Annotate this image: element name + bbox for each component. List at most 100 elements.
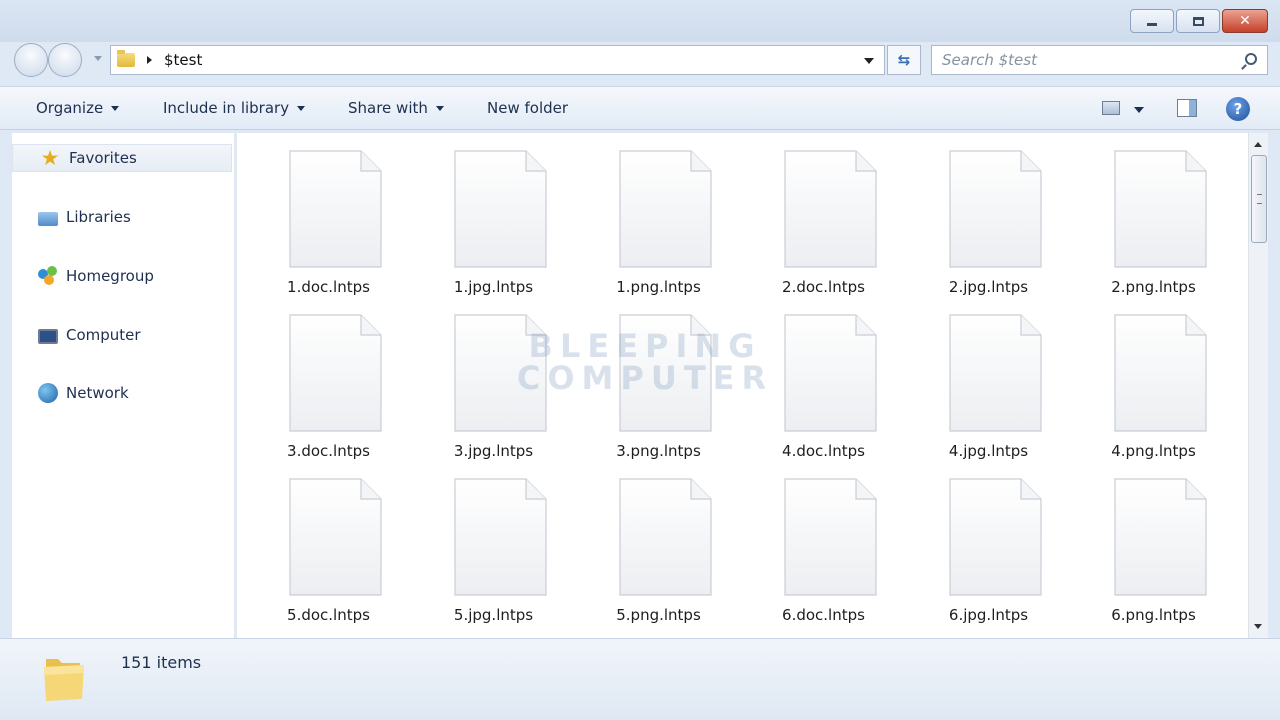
- blank-file-icon: [1114, 478, 1207, 596]
- scroll-thumb[interactable]: [1251, 155, 1267, 243]
- new-folder-button[interactable]: New folder: [487, 98, 568, 118]
- help-label: ?: [1233, 100, 1243, 118]
- file-name: 2.png.lntps: [1111, 278, 1196, 296]
- address-path[interactable]: $test: [164, 51, 202, 69]
- close-button[interactable]: ✕: [1222, 9, 1268, 33]
- maximize-button[interactable]: [1176, 9, 1220, 33]
- blank-file-icon: [949, 150, 1042, 268]
- file-item[interactable]: 1.png.lntps: [576, 134, 741, 298]
- file-name: 3.doc.lntps: [287, 442, 370, 460]
- sidebar-item-label: Favorites: [69, 149, 137, 167]
- blank-file-icon: [1114, 150, 1207, 268]
- watermark: BLEEPING COMPUTER: [515, 330, 775, 394]
- watermark-line: COMPUTER: [516, 359, 774, 397]
- refresh-icon: ⇆: [897, 51, 911, 69]
- file-item[interactable]: 6.jpg.lntps: [906, 462, 1071, 626]
- file-name: 4.doc.lntps: [782, 442, 865, 460]
- vertical-scrollbar[interactable]: [1248, 133, 1268, 638]
- file-name: 2.jpg.lntps: [948, 278, 1029, 296]
- file-item[interactable]: 2.doc.lntps: [741, 134, 906, 298]
- folder-icon: [44, 659, 84, 701]
- blank-file-icon: [289, 478, 382, 596]
- blank-file-icon: [289, 150, 382, 268]
- address-bar[interactable]: $test: [110, 45, 885, 75]
- minimize-icon: [1147, 22, 1157, 26]
- help-icon[interactable]: ?: [1226, 97, 1250, 121]
- organize-menu[interactable]: Organize: [36, 98, 120, 118]
- new-folder-label: New folder: [487, 99, 569, 117]
- sidebar-item-label: Network: [66, 384, 129, 402]
- file-item[interactable]: 1.doc.lntps: [246, 134, 411, 298]
- sidebar-item-label: Computer: [66, 326, 141, 344]
- chevron-down-icon: [297, 105, 306, 111]
- details-pane: 151 items: [0, 638, 1280, 720]
- file-item[interactable]: 4.png.lntps: [1071, 298, 1236, 462]
- file-name: 5.doc.lntps: [287, 606, 370, 624]
- file-item[interactable]: 5.jpg.lntps: [411, 462, 576, 626]
- share-with-label: Share with: [348, 99, 428, 117]
- search-input[interactable]: Search $test: [931, 45, 1268, 75]
- change-view-icon[interactable]: [1102, 101, 1120, 115]
- close-icon: ✕: [1239, 13, 1251, 29]
- file-name: 1.doc.lntps: [287, 278, 370, 296]
- file-item[interactable]: 6.png.lntps: [1071, 462, 1236, 626]
- scroll-down-icon[interactable]: [1254, 624, 1262, 629]
- nav-buttons: [14, 43, 82, 77]
- file-name: 3.png.lntps: [616, 442, 701, 460]
- view-options-dropdown-icon[interactable]: [1134, 107, 1144, 113]
- file-item[interactable]: 3.doc.lntps: [246, 298, 411, 462]
- sidebar-item-network[interactable]: Network: [12, 379, 232, 407]
- file-name: 6.jpg.lntps: [948, 606, 1029, 624]
- computer-icon: [38, 328, 58, 344]
- chevron-down-icon: [435, 105, 444, 111]
- blank-file-icon: [619, 478, 712, 596]
- chevron-down-icon: [111, 105, 120, 111]
- minimize-button[interactable]: [1130, 9, 1174, 33]
- file-name: 2.doc.lntps: [782, 278, 865, 296]
- breadcrumb-arrow-icon[interactable]: [147, 56, 152, 64]
- homegroup-icon: [38, 266, 58, 286]
- blank-file-icon: [454, 150, 547, 268]
- file-name: 3.jpg.lntps: [453, 442, 534, 460]
- file-name: 4.png.lntps: [1111, 442, 1196, 460]
- file-item[interactable]: 5.png.lntps: [576, 462, 741, 626]
- file-item[interactable]: 5.doc.lntps: [246, 462, 411, 626]
- share-with-menu[interactable]: Share with: [348, 98, 444, 118]
- address-dropdown-icon[interactable]: [864, 58, 874, 64]
- watermark-line: BLEEPING: [528, 327, 762, 365]
- organize-label: Organize: [36, 99, 104, 117]
- include-in-library-label: Include in library: [163, 99, 290, 117]
- forward-button[interactable]: [48, 43, 82, 77]
- blank-file-icon: [1114, 314, 1207, 432]
- file-name: 1.png.lntps: [616, 278, 701, 296]
- file-item[interactable]: 6.doc.lntps: [741, 462, 906, 626]
- navigation-pane: ★ Favorites Libraries Homegroup Computer…: [12, 133, 234, 638]
- sidebar-item-label: Libraries: [66, 208, 131, 226]
- preview-pane-icon[interactable]: [1177, 99, 1197, 117]
- file-item[interactable]: 1.jpg.lntps: [411, 134, 576, 298]
- sidebar-item-libraries[interactable]: Libraries: [12, 203, 232, 231]
- sidebar-item-homegroup[interactable]: Homegroup: [12, 262, 232, 290]
- blank-file-icon: [784, 478, 877, 596]
- sidebar-item-computer[interactable]: Computer: [12, 321, 232, 349]
- blank-file-icon: [454, 478, 547, 596]
- sidebar-item-favorites[interactable]: ★ Favorites: [12, 144, 232, 172]
- include-in-library-menu[interactable]: Include in library: [163, 98, 306, 118]
- file-item[interactable]: 2.png.lntps: [1071, 134, 1236, 298]
- maximize-icon: [1192, 16, 1204, 26]
- file-item[interactable]: 2.jpg.lntps: [906, 134, 1071, 298]
- recent-pages-dropdown[interactable]: [94, 56, 102, 61]
- back-button[interactable]: [14, 43, 48, 77]
- file-name: 5.png.lntps: [616, 606, 701, 624]
- scroll-up-icon[interactable]: [1254, 142, 1262, 147]
- refresh-button[interactable]: ⇆: [887, 45, 921, 75]
- blank-file-icon: [784, 314, 877, 432]
- libraries-icon: [38, 211, 58, 226]
- search-icon[interactable]: [1245, 53, 1257, 65]
- title-bar: ✕: [0, 0, 1280, 42]
- command-bar: Organize Include in library Share with N…: [0, 86, 1280, 130]
- blank-file-icon: [784, 150, 877, 268]
- network-icon: [38, 383, 58, 403]
- star-icon: ★: [40, 146, 60, 170]
- file-item[interactable]: 4.jpg.lntps: [906, 298, 1071, 462]
